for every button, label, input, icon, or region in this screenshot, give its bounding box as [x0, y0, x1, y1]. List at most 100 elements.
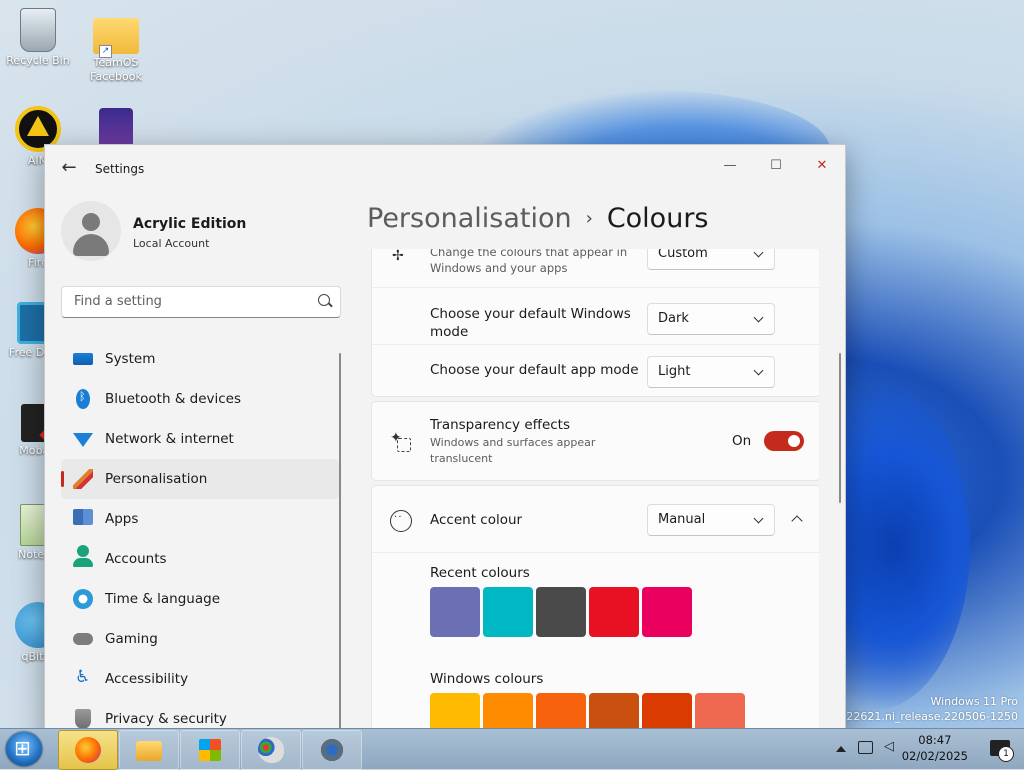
- title-bar[interactable]: ← Settings — ☐ ✕: [45, 145, 845, 193]
- transparency-toggle[interactable]: [764, 431, 804, 451]
- firefox-icon: [75, 737, 101, 763]
- dropdown-value: Light: [658, 364, 691, 379]
- notification-count-badge: 1: [998, 746, 1014, 762]
- sidebar-scrollbar[interactable]: [339, 353, 341, 733]
- page-title: Colours: [606, 203, 709, 234]
- bluetooth-icon: [76, 389, 90, 409]
- avatar: [61, 201, 121, 261]
- transparency-state-label: On: [732, 433, 752, 449]
- sidebar-item-network[interactable]: Network & internet: [61, 419, 339, 459]
- palette-icon: [390, 510, 412, 532]
- sidebar-item-accessibility[interactable]: Accessibility: [61, 659, 339, 699]
- sidebar-item-bluetooth[interactable]: Bluetooth & devices: [61, 379, 339, 419]
- window-title: Settings: [95, 162, 145, 176]
- sidebar-item-label: Privacy & security: [105, 711, 227, 727]
- sidebar-item-label: Gaming: [105, 631, 158, 647]
- accent-card: Accent colour Manual Recent colours Wind…: [371, 485, 819, 745]
- sidebar-item-apps[interactable]: Apps: [61, 499, 339, 539]
- profile-name: Acrylic Edition: [133, 216, 247, 232]
- chevron-down-icon: [753, 365, 764, 376]
- start-button[interactable]: [6, 732, 42, 766]
- transparency-card: Transparency effects Windows and surface…: [371, 401, 819, 481]
- sidebar-item-label: Accessibility: [105, 671, 189, 687]
- sidebar-item-label: Network & internet: [105, 431, 234, 447]
- clock-time: 08:47: [918, 733, 952, 747]
- sidebar-item-label: Apps: [105, 511, 139, 527]
- gamepad-icon: [73, 633, 93, 645]
- colour-swatch[interactable]: [483, 587, 533, 637]
- content-scrollbar[interactable]: [839, 353, 841, 503]
- watermark-edition: Windows 11 Pro: [930, 695, 1018, 708]
- colour-swatch[interactable]: [589, 587, 639, 637]
- desktop-icon-teamos-facebook[interactable]: ↗ TeamOS Facebook: [78, 10, 154, 84]
- taskbar-button-firefox[interactable]: [58, 730, 118, 770]
- taskbar-button-settings[interactable]: [302, 730, 362, 770]
- store-icon: [199, 739, 221, 761]
- taskbar-button-paint[interactable]: [241, 730, 301, 770]
- breadcrumb-parent[interactable]: Personalisation: [367, 203, 572, 234]
- dropdown-value: Custom: [658, 249, 708, 261]
- accent-label: Accent colour: [430, 512, 523, 528]
- choose-mode-dropdown[interactable]: Custom: [647, 249, 775, 270]
- windows-watermark: Windows 11 Pro uild 22621.ni_release.220…: [823, 694, 1018, 724]
- divider: [372, 287, 819, 288]
- apps-icon: [73, 509, 93, 525]
- app-mode-dropdown[interactable]: Light: [647, 356, 775, 388]
- desktop-icon-recycle-bin[interactable]: Recycle Bin: [0, 8, 76, 68]
- taskbar-button-store[interactable]: [180, 730, 240, 770]
- clock-date: 02/02/2025: [901, 749, 968, 763]
- avatar-body: [73, 234, 109, 256]
- notification-icon[interactable]: 1: [990, 740, 1014, 762]
- sidebar-item-time-language[interactable]: Time & language: [61, 579, 339, 619]
- sidebar-item-accounts[interactable]: Accounts: [61, 539, 339, 579]
- sidebar-item-label: Personalisation: [105, 471, 208, 487]
- maximize-button[interactable]: ☐: [753, 151, 799, 181]
- chevron-down-icon: [753, 312, 764, 323]
- sidebar-item-personalisation[interactable]: Personalisation: [61, 459, 339, 499]
- user-profile[interactable]: Acrylic Edition Local Account: [61, 201, 351, 261]
- transparency-icon: [390, 430, 411, 452]
- search-box[interactable]: [61, 286, 341, 318]
- monitor-icon: [73, 353, 93, 365]
- recent-colours-swatches: [430, 587, 692, 637]
- person-icon: [73, 545, 93, 567]
- back-button[interactable]: ←: [55, 157, 83, 181]
- clock[interactable]: 08:47 02/02/2025: [902, 732, 968, 764]
- colour-swatch[interactable]: [430, 587, 480, 637]
- show-hidden-icons-icon[interactable]: [836, 746, 846, 752]
- choose-mode-description: Change the colours that appear in Window…: [430, 249, 628, 275]
- minimize-button[interactable]: —: [707, 151, 753, 181]
- shield-icon: [75, 709, 91, 729]
- sidebar-item-gaming[interactable]: Gaming: [61, 619, 339, 659]
- colour-swatch[interactable]: [642, 587, 692, 637]
- recycle-bin-icon: [20, 8, 56, 52]
- taskbar-button-file-explorer[interactable]: [119, 730, 179, 770]
- folder-shortcut-icon: ↗: [93, 18, 139, 58]
- sidebar-item-system[interactable]: System: [61, 339, 339, 379]
- colour-swatch[interactable]: [536, 587, 586, 637]
- accessibility-icon: [73, 667, 93, 689]
- divider: [372, 552, 819, 553]
- sidebar-item-label: System: [105, 351, 156, 367]
- desktop-icon-label: TeamOS Facebook: [90, 56, 142, 83]
- dropdown-value: Manual: [658, 512, 706, 527]
- sidebar-item-label: Time & language: [105, 591, 221, 607]
- search-icon[interactable]: [318, 294, 330, 306]
- settings-window: ← Settings — ☐ ✕ Acrylic Edition Local A…: [44, 144, 846, 745]
- taskbar: 08:47 02/02/2025 1: [0, 728, 1024, 770]
- profile-account-type: Local Account: [133, 237, 210, 250]
- paint-brush-icon: [73, 469, 93, 489]
- accent-dropdown[interactable]: Manual: [647, 504, 775, 536]
- collapse-chevron-up-icon[interactable]: [791, 515, 803, 527]
- windows-mode-dropdown[interactable]: Dark: [647, 303, 775, 335]
- paint-palette-icon: [258, 737, 284, 763]
- volume-icon[interactable]: [884, 739, 900, 755]
- search-input[interactable]: [72, 293, 306, 310]
- chevron-down-icon: [753, 513, 764, 524]
- chevron-down-icon: [753, 249, 764, 258]
- transparency-label: Transparency effects: [430, 417, 570, 433]
- close-button[interactable]: ✕: [799, 151, 845, 181]
- network-icon[interactable]: [858, 741, 873, 754]
- recent-colours-label: Recent colours: [430, 565, 530, 581]
- globe-clock-icon: [73, 589, 93, 609]
